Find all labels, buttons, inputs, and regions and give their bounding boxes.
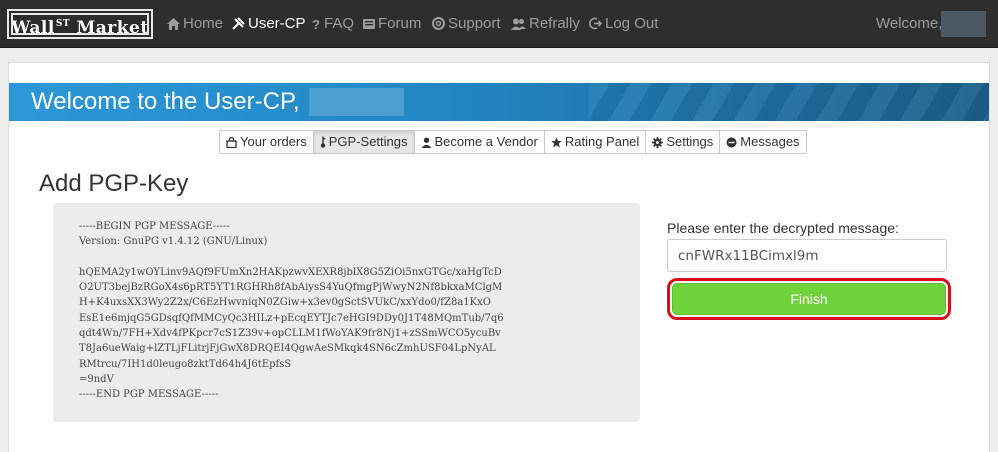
tab-your-orders-label: Your orders	[240, 134, 307, 149]
nav-logout[interactable]: Log Out	[589, 13, 658, 35]
key-icon	[320, 136, 326, 148]
nav-refrally[interactable]: Refrally	[511, 13, 580, 35]
pgp-line: hQEMA2y1wOYLinv9AQf9FUmXn2HAKpzwvXEXR8jb…	[79, 266, 502, 278]
pgp-line: O2UT3bejBzRGoX4s6pRT5YT1RGHRh8fAbAiysS4Y…	[79, 282, 503, 294]
nav-refrally-label: Refrally	[529, 15, 580, 32]
tab-settings-label: Settings	[666, 134, 714, 149]
tab-become-vendor[interactable]: Become a Vendor	[415, 131, 545, 153]
main-panel: Welcome to the User-CP, Your orders PGP-…	[8, 62, 990, 452]
pgp-line: EsE1e6mjqG5GDsqfQfMMCyQc3HILz+pEcqEYTJc7…	[79, 312, 504, 324]
pgp-message-block[interactable]: -----BEGIN PGP MESSAGE----- Version: Gnu…	[53, 203, 640, 422]
pgp-line: H+K4uxsXX3Wy2Z2x/C6EzHwvniqN0ZGiw+x3ev0g…	[79, 297, 491, 309]
decrypted-message-input[interactable]	[667, 239, 947, 272]
nav-home[interactable]: Home	[167, 13, 223, 35]
pgp-line: qdt4Wn/7FH+Xdv4fPKpcr7cS1Z39v+opCLLM1fWo…	[79, 328, 501, 340]
nav-support[interactable]: Support	[432, 13, 501, 35]
tab-become-vendor-label: Become a Vendor	[434, 134, 538, 149]
nav-forum-label: Forum	[378, 15, 422, 32]
logout-icon	[589, 17, 603, 30]
welcome-text: Welcome,	[876, 15, 943, 32]
pgp-line	[79, 250, 614, 265]
finish-button[interactable]: Finish	[672, 283, 946, 315]
wrench-icon	[232, 17, 245, 30]
nav-forum[interactable]: Forum	[363, 13, 421, 35]
nav-user-cp-label: User-CP	[248, 15, 306, 32]
top-navbar: WallST Market Home User-CP ? FAQ Forum Su…	[0, 0, 998, 48]
tab-settings[interactable]: Settings	[646, 131, 721, 153]
decrypted-message-label: Please enter the decrypted message:	[667, 220, 899, 236]
nav-logout-label: Log Out	[605, 15, 659, 32]
pgp-line: RMtrcu/7IH1d0leugo8zktTd64h4J6tEpfsS	[79, 358, 292, 370]
users-icon	[511, 18, 526, 30]
question-icon: ?	[312, 17, 320, 32]
pgp-line: -----BEGIN PGP MESSAGE-----	[79, 221, 230, 232]
finish-highlight: Finish	[667, 278, 951, 320]
tab-your-orders[interactable]: Your orders	[220, 131, 314, 153]
username-redacted[interactable]	[941, 11, 986, 37]
nav-faq[interactable]: ? FAQ	[312, 13, 354, 35]
tab-pgp-settings[interactable]: PGP-Settings	[313, 131, 415, 153]
tab-pgp-settings-label: PGP-Settings	[328, 134, 408, 149]
brand-logo[interactable]: WallST Market	[7, 9, 153, 39]
welcome-banner: Welcome to the User-CP,	[9, 83, 989, 121]
shopping-bag-icon	[226, 136, 237, 149]
nav-user-cp[interactable]: User-CP	[232, 13, 306, 35]
tab-messages-label: Messages	[740, 134, 800, 149]
pgp-line: -----END PGP MESSAGE-----	[79, 389, 219, 401]
user-icon	[421, 137, 431, 148]
pgp-line: Version: GnuPG v1.4.12 (GNU/Linux)	[79, 236, 268, 248]
svg-text:?: ?	[312, 17, 320, 30]
banner-title: Welcome to the User-CP,	[31, 88, 300, 115]
page-title: Add PGP-Key	[39, 170, 189, 197]
forum-icon	[363, 19, 375, 29]
nav-support-label: Support	[448, 15, 501, 32]
tab-rating-panel[interactable]: Rating Panel	[545, 131, 647, 153]
pgp-line: =9ndV	[79, 373, 114, 385]
pgp-line: T8Ja6ueWaig+lZTLjFLitrjFjGwX8DRQEI4QgwAe…	[79, 343, 496, 355]
usercp-tabs: Your orders PGP-Settings Become a Vendor…	[219, 130, 807, 154]
brand-rest: Market	[70, 18, 149, 38]
brand-sup: ST	[55, 19, 71, 29]
nav-home-label: Home	[183, 15, 224, 32]
star-icon	[551, 137, 562, 148]
banner-username-redacted	[309, 88, 404, 116]
home-icon	[167, 18, 180, 30]
lifebuoy-icon	[432, 17, 445, 30]
tab-messages[interactable]: Messages	[720, 131, 805, 153]
nav-faq-label: FAQ	[324, 15, 355, 32]
message-icon	[726, 137, 737, 148]
brand-main: Wall	[11, 18, 55, 38]
gear-icon	[652, 137, 664, 148]
tab-rating-panel-label: Rating Panel	[564, 134, 640, 149]
